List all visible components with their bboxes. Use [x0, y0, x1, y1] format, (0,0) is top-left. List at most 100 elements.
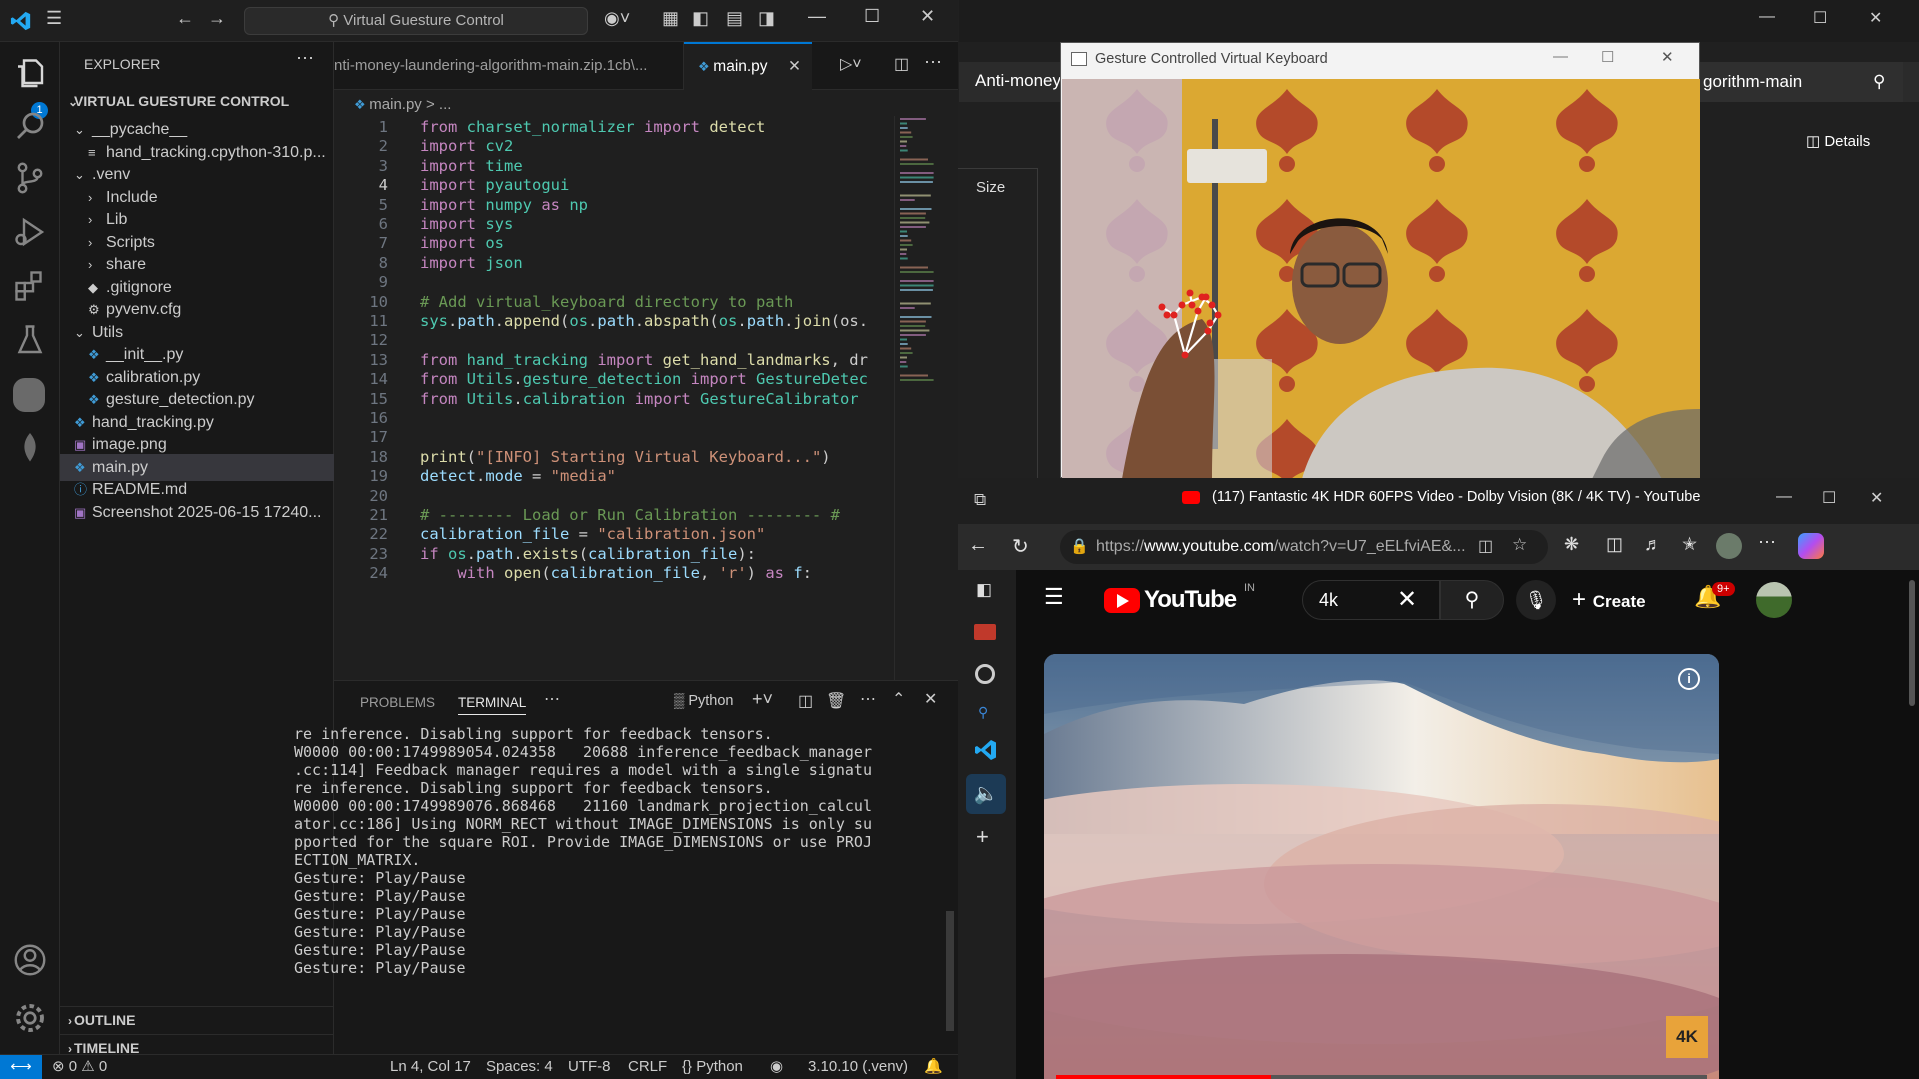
cursor-position[interactable]: Ln 4, Col 17 — [390, 1055, 471, 1079]
profile-avatar[interactable] — [1716, 533, 1742, 559]
clear-search-icon[interactable]: ✕ — [1397, 585, 1417, 614]
close-panel-icon[interactable]: ✕ — [924, 689, 937, 709]
video-info-icon[interactable]: i — [1678, 668, 1700, 690]
notifications-bell-icon[interactable]: 🔔 — [924, 1055, 943, 1079]
copilot-status-icon[interactable]: ◉ — [770, 1055, 783, 1079]
kb-maximize-icon[interactable]: ☐ — [1601, 48, 1614, 66]
tab-terminal[interactable]: TERMINAL — [458, 695, 527, 715]
python-interpreter[interactable]: 3.10.10 (.venv) — [808, 1055, 908, 1079]
favorites-icon[interactable]: ✭ — [1682, 534, 1697, 555]
fe-close-icon[interactable]: ✕ — [1869, 8, 1882, 28]
settings-gear-icon[interactable] — [12, 1000, 48, 1036]
mongodb-leaf-icon[interactable] — [12, 430, 48, 466]
back-arrow-icon[interactable]: ← — [968, 534, 988, 557]
address-bar[interactable]: 🔒 https://www.youtube.com/watch?v=U7_eEL… — [1060, 530, 1548, 564]
audio-speaker-icon[interactable]: 🔈 — [966, 774, 1006, 814]
toggle-secondary-sidebar-icon[interactable]: ◨ — [758, 8, 775, 29]
source-control-icon[interactable] — [12, 160, 48, 196]
terminal-scrollbar[interactable] — [946, 911, 954, 1031]
kb-close-icon[interactable]: ✕ — [1661, 48, 1674, 66]
close-icon[interactable]: ✕ — [920, 6, 935, 27]
favorite-star-icon[interactable]: ☆ — [1512, 535, 1527, 555]
project-root[interactable]: ⌄VIRTUAL GUESTURE CONTROL — [60, 88, 334, 115]
tab-close-icon[interactable]: ✕ — [788, 44, 801, 90]
run-python-icon[interactable]: ▷˅ — [840, 54, 862, 74]
encoding[interactable]: UTF-8 — [568, 1055, 611, 1079]
tab-zip[interactable]: nti-money-laundering-algorithm-main.zip.… — [334, 42, 684, 90]
split-screen-icon[interactable]: ◫ — [1606, 534, 1623, 555]
youtube-search-button[interactable]: ⚲ — [1440, 580, 1504, 620]
maximize-icon[interactable]: ☐ — [864, 6, 880, 27]
panel-more-icon[interactable]: ⋯ — [544, 689, 560, 709]
vscode-app-icon[interactable] — [974, 738, 998, 762]
fe-maximize-icon[interactable]: ☐ — [1813, 8, 1827, 28]
edge-close-icon[interactable]: ✕ — [1870, 488, 1883, 508]
toggle-sidebar-icon[interactable]: ◧ — [692, 8, 709, 29]
kb-minimize-icon[interactable]: — — [1553, 48, 1568, 65]
search-icon[interactable] — [12, 108, 48, 144]
copilot-icon[interactable]: ◉˅ — [604, 8, 630, 29]
run-debug-icon[interactable] — [12, 214, 48, 250]
tab-main-py[interactable]: ❖ main.py ✕ — [684, 42, 812, 90]
youtube-menu-icon[interactable]: ☰ — [1044, 584, 1064, 610]
tab-problems[interactable]: PROBLEMS — [360, 695, 435, 710]
breadcrumb[interactable]: ❖ main.py > ... — [354, 94, 451, 116]
youtube-logo-text[interactable]: YouTube — [1144, 586, 1237, 614]
end-of-line[interactable]: CRLF — [628, 1055, 667, 1079]
minimap[interactable] — [898, 116, 954, 456]
create-button[interactable]: + Create — [1572, 580, 1646, 620]
toggle-panel-icon[interactable]: ▤ — [726, 8, 743, 29]
accounts-icon[interactable] — [12, 942, 48, 978]
new-terminal-icon[interactable]: +˅ — [752, 689, 773, 710]
voice-search-mic-icon[interactable]: 🎙 — [1516, 580, 1556, 620]
explorer-files-icon[interactable] — [12, 56, 48, 92]
terminal-more-icon[interactable]: ⋯ — [860, 689, 876, 709]
tree-item-screenshot-2025-06-15-17240[interactable]: ▣ Screenshot 2025-06-15 17240... — [60, 499, 334, 526]
copilot-icon[interactable] — [1798, 533, 1824, 559]
terminal-output[interactable]: re inference. Disabling support for feed… — [294, 723, 944, 1053]
workspaces-icon[interactable]: ⧉ — [974, 490, 986, 510]
video-progress-track[interactable] — [1056, 1075, 1707, 1079]
edge-more-icon[interactable]: ⋯ — [1758, 532, 1776, 553]
pdf-icon[interactable] — [974, 624, 996, 640]
explorer-more-icon[interactable]: ⋯ — [296, 48, 314, 69]
webcam-feed[interactable] — [1062, 79, 1700, 479]
docker-icon[interactable] — [13, 378, 45, 412]
problems-status[interactable]: ⊗ 0 ⚠ 0 — [52, 1055, 107, 1079]
media-control-icon[interactable]: ♬ — [1644, 534, 1662, 555]
sidebar-search-icon[interactable]: ⚲ — [978, 704, 988, 721]
edge-maximize-icon[interactable]: ☐ — [1822, 488, 1836, 508]
remote-icon[interactable]: ⟷ — [0, 1055, 42, 1079]
video-player[interactable]: i 4K — [1044, 654, 1719, 1079]
edge-minimize-icon[interactable]: — — [1776, 488, 1792, 506]
tab-actions-icon[interactable]: ◧ — [976, 580, 992, 600]
editor-more-icon[interactable]: ⋯ — [924, 52, 942, 73]
kill-terminal-trash-icon[interactable]: 🗑 — [826, 691, 846, 711]
minimize-icon[interactable]: — — [808, 6, 826, 27]
outline-section[interactable]: › OUTLINE — [60, 1006, 334, 1033]
chatgpt-icon[interactable] — [975, 664, 995, 684]
language-mode[interactable]: {} Python — [682, 1055, 743, 1079]
command-center-search[interactable]: ⚲ Virtual Guesture Control — [244, 7, 588, 35]
extensions-icon[interactable] — [12, 268, 48, 304]
extensions-icon[interactable]: ❋ — [1564, 534, 1579, 555]
terminal-profile[interactable]: ▒ Python — [674, 693, 733, 709]
split-editor-icon[interactable]: ◫ — [894, 54, 909, 74]
layout-icon[interactable]: ▦ — [662, 8, 679, 29]
code-editor[interactable]: 1 from charset_normalizer import detect 2 i… — [334, 116, 894, 680]
testing-flask-icon[interactable] — [12, 322, 48, 358]
edge-tab-title[interactable]: (117) Fantastic 4K HDR 60FPS Video - Dol… — [1212, 489, 1700, 505]
app-available-icon[interactable]: ◫ — [1478, 536, 1493, 556]
fe-search-box[interactable]: gorithm-main ⚲ — [1699, 62, 1903, 102]
forward-arrow-icon[interactable]: → — [208, 8, 226, 29]
fe-details-button[interactable]: ◫ Details — [1806, 132, 1870, 150]
page-scrollbar[interactable] — [1909, 580, 1915, 706]
youtube-avatar[interactable] — [1756, 582, 1792, 618]
fe-size-header[interactable]: Size — [976, 179, 1005, 196]
add-sidebar-app-icon[interactable]: + — [976, 824, 989, 850]
indentation[interactable]: Spaces: 4 — [486, 1055, 553, 1079]
back-arrow-icon[interactable]: ← — [176, 8, 194, 29]
youtube-logo-icon[interactable] — [1104, 588, 1140, 613]
refresh-icon[interactable]: ↻ — [1012, 534, 1029, 559]
maximize-panel-icon[interactable]: ⌃ — [892, 689, 905, 709]
